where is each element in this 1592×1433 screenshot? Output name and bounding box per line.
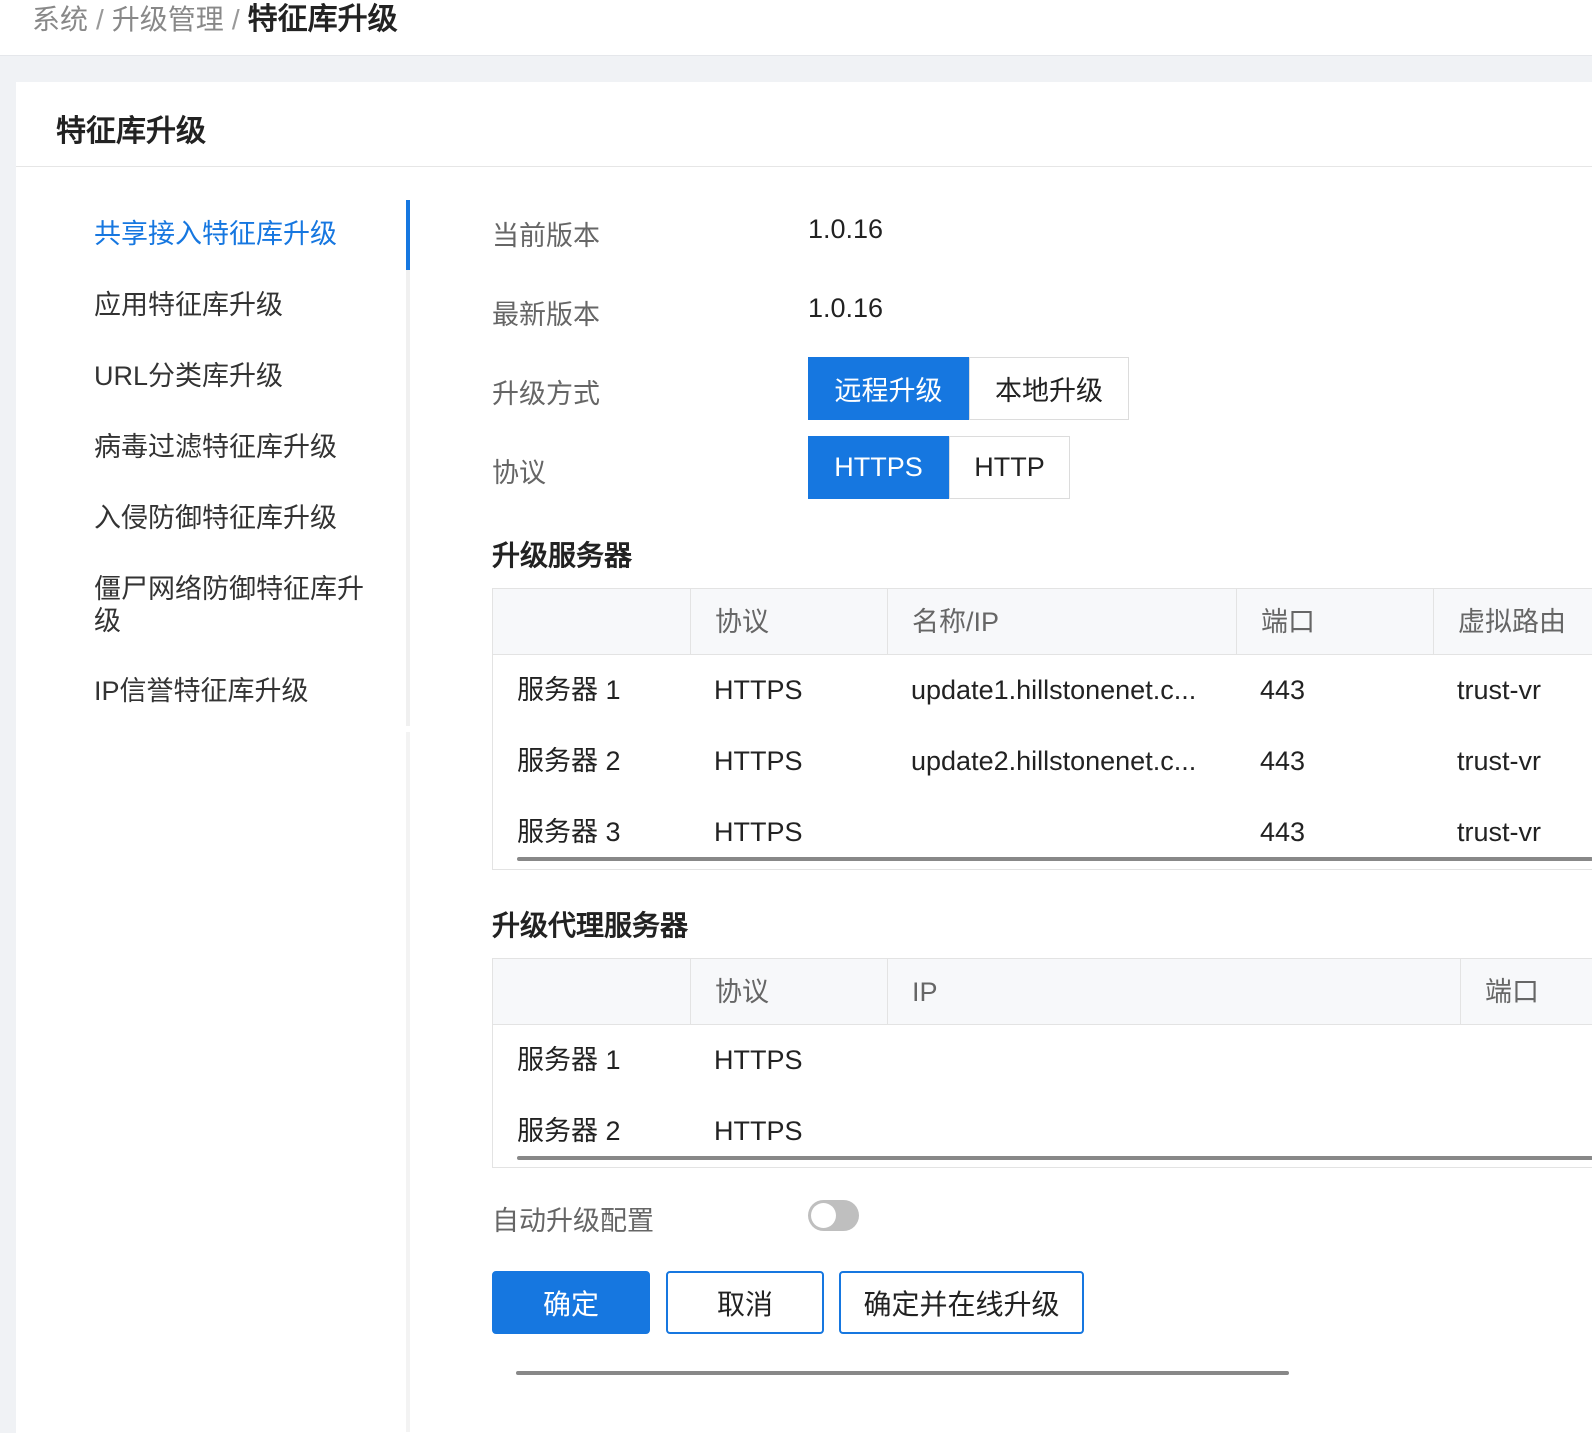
column-header-ip: IP [887, 959, 1460, 1025]
breadcrumb-bar: 系统 / 升级管理 / 特征库升级 [0, 0, 1592, 56]
toggle-knob [811, 1203, 836, 1228]
table-row[interactable]: 服务器 1 HTTPS [493, 1025, 1592, 1096]
table-header: 协议 IP 端口 [493, 959, 1592, 1025]
column-header-port: 端口 [1460, 959, 1592, 1025]
protocol-https-option[interactable]: HTTPS [808, 436, 949, 499]
table-header: 协议 名称/IP 端口 虚拟路由 [493, 589, 1592, 655]
upgrade-mode-label: 升级方式 [492, 379, 600, 409]
nav-rail [406, 200, 410, 726]
horizontal-scrollbar[interactable] [517, 857, 1592, 861]
nav-item-ip-reputation[interactable]: IP信誉特征库升级 [94, 675, 384, 707]
server-protocol: HTTPS [714, 675, 803, 705]
nav-item-botnet[interactable]: 僵尸网络防御特征库升级 [94, 573, 384, 637]
protocol-http-option[interactable]: HTTP [949, 436, 1070, 499]
proxy-name: 服务器 1 [517, 1045, 621, 1075]
column-header-protocol: 协议 [690, 959, 887, 1025]
column-header-port: 端口 [1236, 589, 1433, 655]
breadcrumb-separator: / [231, 4, 240, 35]
proxy-protocol: HTTPS [714, 1045, 803, 1075]
auto-upgrade-toggle[interactable] [808, 1200, 859, 1231]
proxy-servers-table: 协议 IP 端口 服务器 1 HTTPS 服务器 2 HTTPS [492, 958, 1592, 1168]
nav-item-ips[interactable]: 入侵防御特征库升级 [94, 502, 384, 534]
page-horizontal-scrollbar[interactable] [516, 1371, 1289, 1375]
column-header-name [493, 959, 690, 1025]
upgrade-mode-local-option[interactable]: 本地升级 [969, 357, 1129, 420]
protocol-label: 协议 [492, 458, 546, 488]
column-header-protocol: 协议 [690, 589, 887, 655]
nav-active-indicator [406, 200, 410, 270]
server-name: 服务器 2 [517, 746, 621, 776]
server-port: 443 [1260, 675, 1306, 705]
horizontal-scrollbar[interactable] [517, 1156, 1592, 1160]
breadcrumb: 系统 / 升级管理 / 特征库升级 [32, 0, 398, 38]
protocol-segmented: HTTPS HTTP [808, 436, 1070, 499]
table-row[interactable]: 服务器 1 HTTPS update1.hillstonenet.c... 44… [493, 655, 1592, 726]
nav-item-shared-access[interactable]: 共享接入特征库升级 [94, 218, 384, 250]
nav-item-application[interactable]: 应用特征库升级 [94, 289, 384, 321]
server-name: 服务器 1 [517, 675, 621, 705]
breadcrumb-item-upgrade-management[interactable]: 升级管理 [112, 4, 224, 35]
server-host: update1.hillstonenet.c... [911, 675, 1197, 705]
title-divider [16, 166, 1592, 167]
latest-version-value: 1.0.16 [808, 293, 884, 323]
page-title: 特征库升级 [56, 115, 206, 148]
server-port: 443 [1260, 746, 1306, 776]
nav-item-url-category[interactable]: URL分类库升级 [94, 360, 384, 392]
confirm-button[interactable]: 确定 [492, 1271, 650, 1334]
cancel-button[interactable]: 取消 [666, 1271, 824, 1334]
server-host: update2.hillstonenet.c... [911, 746, 1197, 776]
current-version-value: 1.0.16 [808, 214, 884, 244]
latest-version-label: 最新版本 [492, 300, 600, 330]
upgrade-mode-segmented: 远程升级 本地升级 [808, 357, 1129, 420]
table-row[interactable]: 服务器 2 HTTPS update2.hillstonenet.c... 44… [493, 726, 1592, 797]
server-protocol: HTTPS [714, 746, 803, 776]
column-header-host: 名称/IP [887, 589, 1236, 655]
confirm-and-upgrade-button[interactable]: 确定并在线升级 [839, 1271, 1084, 1334]
nav-item-antivirus[interactable]: 病毒过滤特征库升级 [94, 431, 384, 463]
auto-upgrade-label: 自动升级配置 [492, 1206, 654, 1236]
upgrade-servers-table: 协议 名称/IP 端口 虚拟路由 服务器 1 HTTPS update1.hil… [492, 588, 1592, 870]
upgrade-mode-remote-option[interactable]: 远程升级 [808, 357, 969, 420]
proxy-servers-title: 升级代理服务器 [492, 910, 689, 941]
upgrade-servers-title: 升级服务器 [492, 540, 633, 571]
breadcrumb-current: 特征库升级 [247, 3, 398, 36]
column-header-name [493, 589, 690, 655]
panel-divider [406, 732, 410, 1432]
breadcrumb-item-system[interactable]: 系统 [32, 4, 88, 35]
breadcrumb-separator: / [96, 4, 104, 35]
current-version-label: 当前版本 [492, 221, 600, 251]
main-card: 特征库升级 共享接入特征库升级 应用特征库升级 URL分类库升级 病毒过滤特征库… [16, 82, 1592, 1433]
server-vr: trust-vr [1457, 675, 1541, 705]
server-vr: trust-vr [1457, 746, 1541, 776]
column-header-vr: 虚拟路由 [1433, 589, 1592, 655]
